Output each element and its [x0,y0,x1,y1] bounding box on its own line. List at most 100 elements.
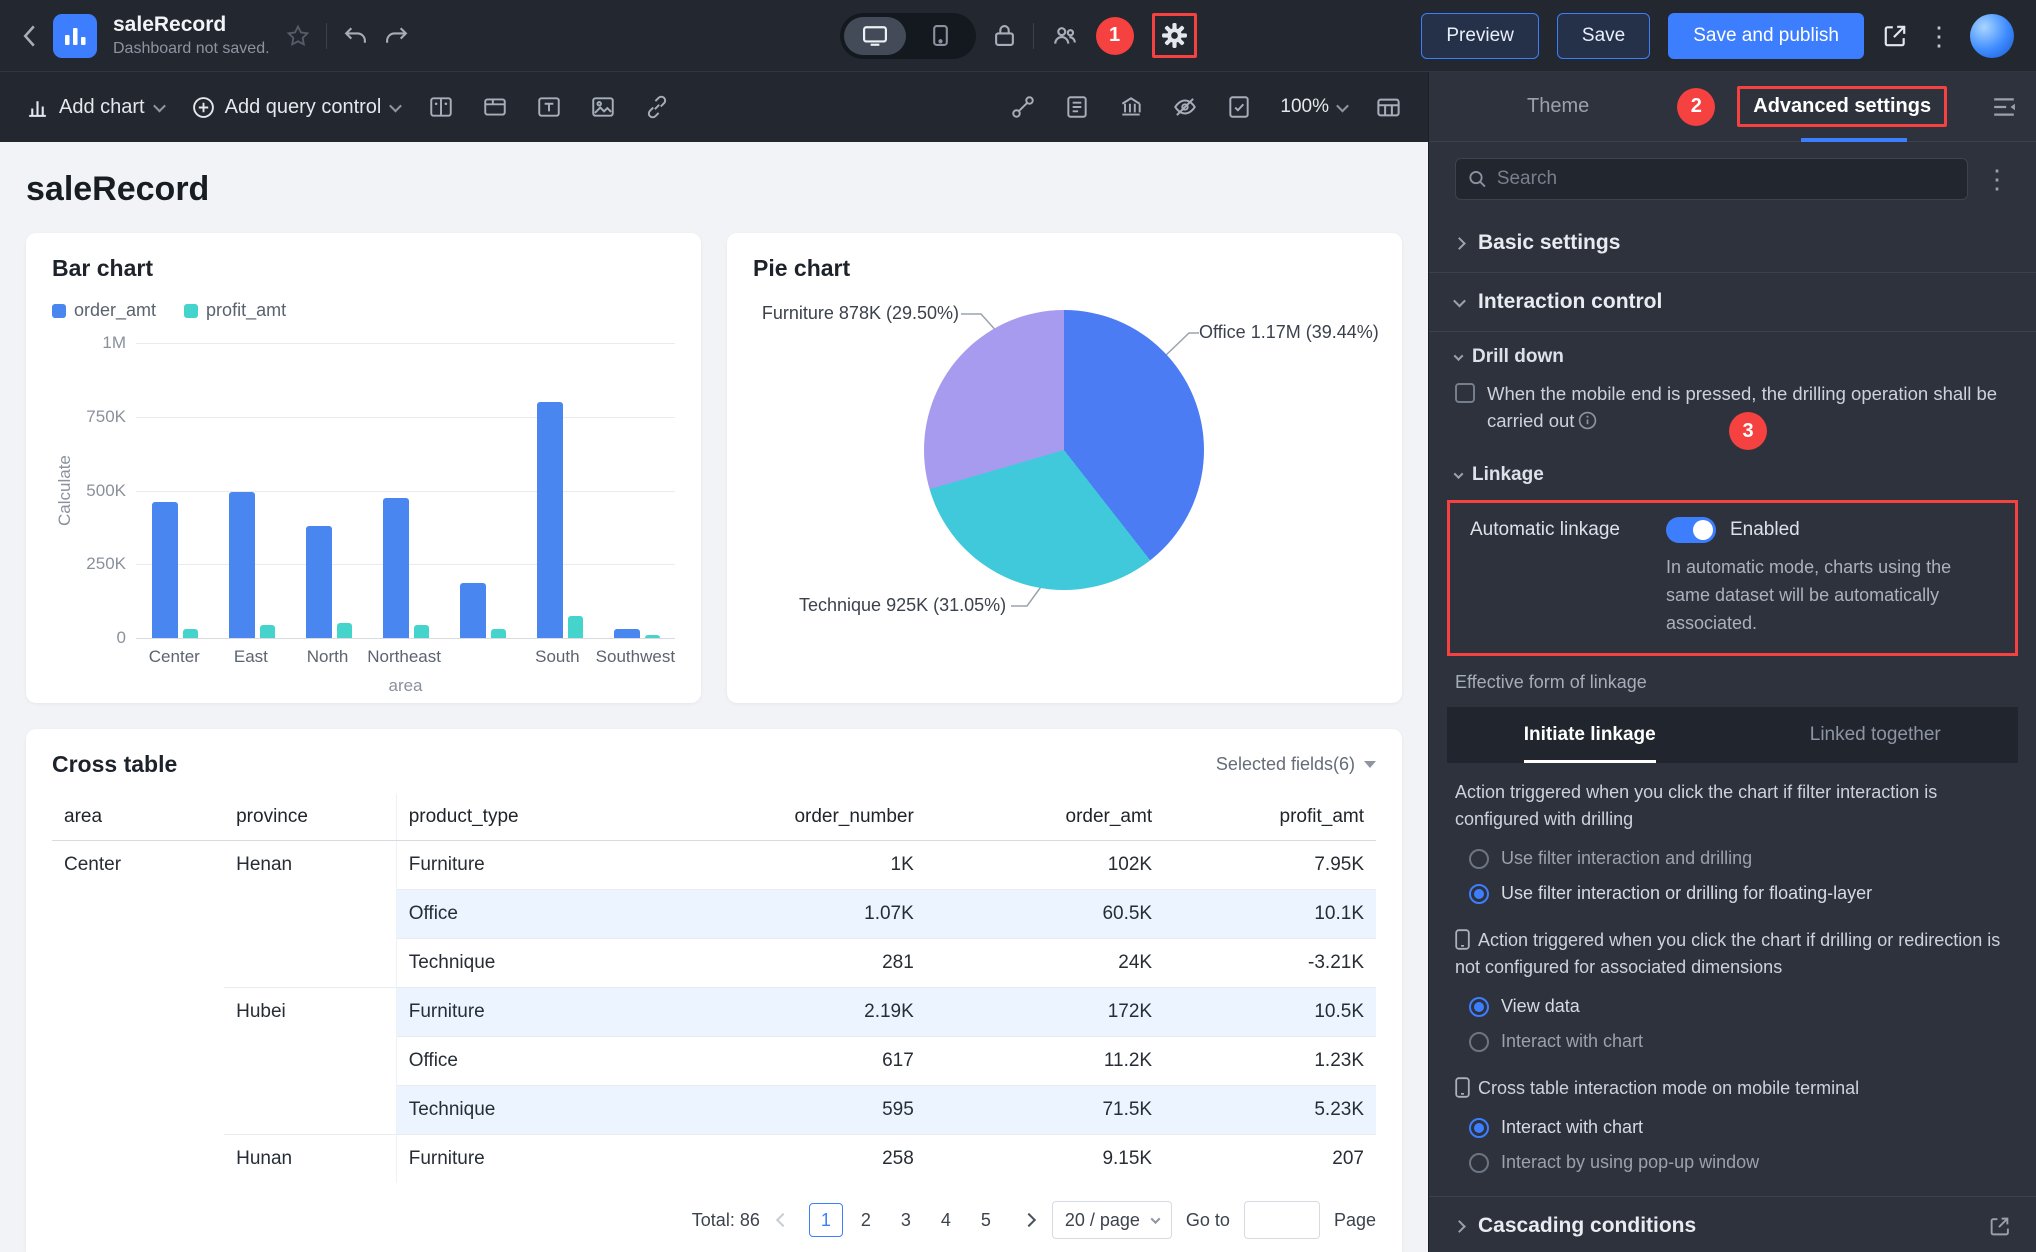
share-export-icon[interactable] [1882,23,1908,49]
page-button-5[interactable]: 5 [969,1203,1003,1237]
bar-order_amt[interactable] [537,402,563,638]
bar-order_amt[interactable] [460,583,486,638]
data-cell[interactable]: 1K [674,841,926,890]
data-cell[interactable]: 9.15K [926,1135,1164,1184]
linkage-header[interactable]: Linkage [1455,464,2010,486]
radio-option[interactable]: Interact with chart [1455,1024,2010,1059]
data-cell[interactable]: Furniture [396,1135,674,1184]
radio-option[interactable]: Use filter interaction and drilling [1455,841,2010,876]
bar-order_amt[interactable] [152,502,178,638]
col-header-product_type[interactable]: product_type [396,794,674,841]
section-interaction-control[interactable]: Interaction control [1429,273,2036,331]
back-button[interactable] [22,23,37,49]
data-cell[interactable]: 24K [926,939,1164,988]
radio-unselected-icon[interactable] [1469,849,1489,869]
data-cell[interactable]: Furniture [396,841,674,890]
watermark-icon[interactable] [1118,94,1144,120]
save-button[interactable]: Save [1557,13,1650,59]
link-widget-icon[interactable] [644,94,670,120]
page-button-3[interactable]: 3 [889,1203,923,1237]
col-header-profit_amt[interactable]: profit_amt [1164,794,1376,841]
collapse-panel-icon[interactable] [1992,96,2016,118]
bar-group-north[interactable] [290,343,367,638]
text-widget-icon[interactable] [536,94,562,120]
radio-option[interactable]: Interact with chart [1455,1110,2010,1145]
col-header-area[interactable]: area [52,794,224,841]
preview-button[interactable]: Preview [1421,13,1539,59]
bar-profit_amt[interactable] [337,623,352,638]
pie-chart[interactable] [924,310,1204,590]
automatic-linkage-toggle[interactable] [1666,517,1716,543]
panel-more-icon[interactable]: ⋮ [1984,166,2010,192]
data-cell[interactable]: 1.07K [674,890,926,939]
goto-page-input[interactable] [1244,1201,1320,1239]
bar-profit_amt[interactable] [260,625,275,638]
tab-linked-together[interactable]: Linked together [1733,707,2019,763]
radio-selected-icon[interactable] [1469,997,1489,1017]
data-cell[interactable]: Technique [396,939,674,988]
data-cell[interactable]: 281 [674,939,926,988]
radio-option[interactable]: Interact by using pop-up window [1455,1145,2010,1180]
device-toggle[interactable] [840,13,976,59]
tab-widget-icon[interactable] [482,94,508,120]
data-cell[interactable]: 595 [674,1086,926,1135]
radio-selected-icon[interactable] [1469,1118,1489,1138]
selected-fields-dropdown[interactable]: Selected fields(6) [1216,754,1376,775]
bar-profit_amt[interactable] [568,616,583,638]
drill-checkbox[interactable] [1455,383,1475,403]
jump-link-icon[interactable] [1010,94,1036,120]
info-icon[interactable] [1578,411,1597,430]
tab-advanced-settings[interactable]: Advanced settings [1753,95,1931,117]
bar-group-northeast[interactable] [367,343,444,638]
tab-theme[interactable]: Theme [1527,95,1589,118]
data-cell[interactable]: 71.5K [926,1086,1164,1135]
page-button-2[interactable]: 2 [849,1203,883,1237]
tab-initiate-linkage[interactable]: Initiate linkage [1447,707,1733,763]
radio-option[interactable]: View data [1455,989,2010,1024]
bar-group-south[interactable] [521,343,598,638]
data-cell[interactable]: 7.95K [1164,841,1376,890]
lock-icon[interactable] [994,24,1015,47]
bar-chart-card[interactable]: Bar chart order_amtprofit_amt Calculate … [26,233,701,703]
next-page-button[interactable] [1020,1215,1038,1225]
data-cell[interactable]: Office [396,890,674,939]
section-basic-settings[interactable]: Basic settings [1429,214,2036,272]
data-cell[interactable]: 10.5K [1164,988,1376,1037]
pie-chart-card[interactable]: Pie chart Office 1.17M (39.44%)Technique… [727,233,1402,703]
data-cell[interactable]: 10.1K [1164,890,1376,939]
data-cell[interactable]: 258 [674,1135,926,1184]
data-cell[interactable]: 11.2K [926,1037,1164,1086]
page-button-4[interactable]: 4 [929,1203,963,1237]
bar-order_amt[interactable] [614,629,640,638]
preview-visibility-icon[interactable] [1172,94,1198,120]
add-chart-button[interactable]: Add chart [26,96,164,119]
search-input[interactable] [1497,168,1955,190]
bar-order_amt[interactable] [229,492,255,638]
data-cell[interactable]: 2.19K [674,988,926,1037]
data-cell[interactable]: 102K [926,841,1164,890]
settings-gear-icon[interactable] [1161,22,1188,49]
undo-button[interactable] [343,25,368,46]
bar-order_amt[interactable] [383,498,409,638]
zoom-select[interactable]: 100% [1280,96,1347,118]
bar-profit_amt[interactable] [183,629,198,638]
mobile-view-button[interactable] [910,17,972,55]
add-query-control-button[interactable]: Add query control [192,96,401,119]
prev-page-button[interactable] [774,1215,792,1225]
bar-order_amt[interactable] [306,526,332,638]
bar-chart-plot[interactable] [136,343,675,638]
bar-group-southwest[interactable] [598,343,675,638]
radio-option[interactable]: Use filter interaction or drilling for f… [1455,876,2010,911]
bar-profit_amt[interactable] [491,629,506,638]
redo-button[interactable] [384,25,409,46]
data-cell[interactable]: 172K [926,988,1164,1037]
legend-item-profit_amt[interactable]: profit_amt [184,300,286,321]
favorite-star-icon[interactable] [286,24,310,48]
grid-layout-icon[interactable] [1375,94,1402,121]
radio-unselected-icon[interactable] [1469,1153,1489,1173]
drill-down-header[interactable]: Drill down [1455,346,2010,368]
bar-group-northwest[interactable] [444,343,521,638]
col-header-order_amt[interactable]: order_amt [926,794,1164,841]
legend-item-order_amt[interactable]: order_amt [52,300,156,321]
data-cell[interactable]: 60.5K [926,890,1164,939]
